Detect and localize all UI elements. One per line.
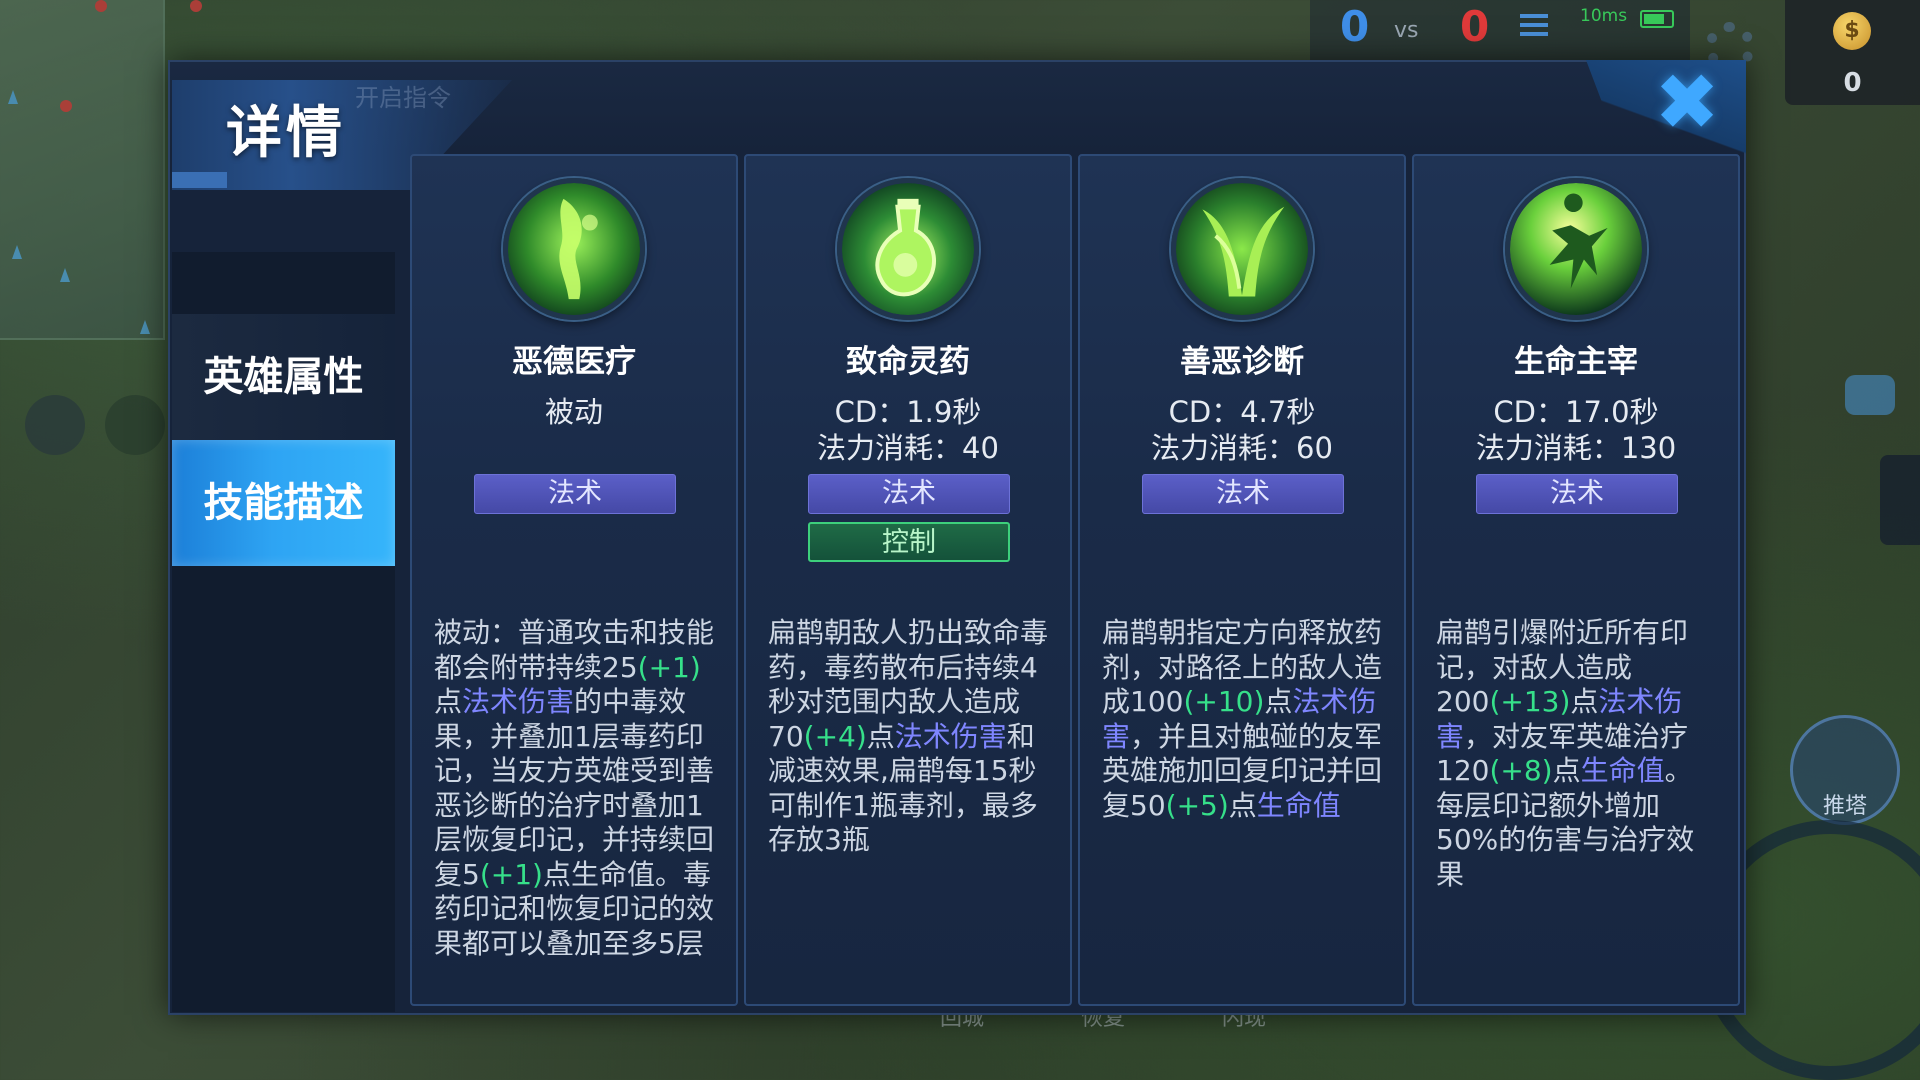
skill-meta: CD：17.0秒 法力消耗：130 [1414, 394, 1738, 466]
skill-description: 扁鹊朝敌人扔出致命毒药，毒药散布后持续4秒对范围内敌人造成70(+4)点法术伤害… [768, 616, 1050, 971]
faint-subtitle: 开启指令 [355, 84, 451, 112]
green-splash-icon [1171, 178, 1313, 320]
scaling-value: (+8) [1489, 754, 1553, 787]
description-text: 点 [434, 685, 463, 718]
description-text: 点 [1570, 685, 1599, 718]
chat-icon[interactable] [1845, 375, 1895, 415]
tag-magic: 法术 [474, 474, 676, 514]
skill-meta-line1: 被动 [544, 395, 603, 429]
enemy-marker [95, 0, 107, 12]
scaling-value: (+4) [803, 719, 867, 753]
skill-card: 恶德医疗 被动 法术 被动：普通攻击和技能都会附带持续25(+1)点法术伤害的中… [410, 154, 738, 1006]
red-team-score: 0 [1460, 2, 1490, 51]
poison-flask-icon [837, 178, 979, 320]
skill-meta-line2: 法力消耗：40 [817, 431, 999, 465]
scaling-value: (+5) [1165, 788, 1229, 822]
keyword-highlight: 法术伤害 [462, 685, 575, 718]
keyword-highlight: 生命值 [1256, 788, 1341, 822]
skill-name: 生命主宰 [1514, 344, 1638, 380]
detail-dialog: 详情 开启指令 ✖ 英雄属性 技能描述 恶德医疗 被动 法术 被动：普通攻击和技… [168, 60, 1746, 1015]
skill-name: 善恶诊断 [1180, 344, 1304, 380]
skill-card: 生命主宰 CD：17.0秒 法力消耗：130 法术 扁鹊引爆附近所有印记，对敌人… [1412, 154, 1740, 1006]
tower-icon [8, 90, 18, 104]
description-text: 点 [1228, 788, 1257, 822]
gold-value: 0 [1843, 68, 1862, 98]
ping-indicator: 10ms [1580, 6, 1628, 26]
gold-panel[interactable]: $ 0 [1785, 0, 1920, 105]
description-text: 点 [1552, 754, 1581, 787]
skill-description: 扁鹊引爆附近所有印记，对敌人造成200(+13)点法术伤害，对友军英雄治疗120… [1436, 616, 1718, 971]
life-master-figure-icon [1505, 178, 1647, 320]
scaling-value: (+1) [479, 857, 543, 891]
side-tabs: 英雄属性 技能描述 [172, 252, 395, 1012]
skill-meta: CD：4.7秒 法力消耗：60 [1080, 394, 1404, 466]
enemy-marker [60, 100, 72, 112]
blue-team-score: 0 [1340, 2, 1370, 51]
tower-icon [12, 245, 22, 259]
skill-meta-line2: 法力消耗：130 [1475, 431, 1677, 465]
skill-meta-line1: CD：1.9秒 [834, 395, 982, 429]
tag-magic: 法术 [1142, 474, 1344, 514]
skill-cards: 恶德医疗 被动 法术 被动：普通攻击和技能都会附带持续25(+1)点法术伤害的中… [410, 154, 1740, 1009]
tag-magic: 法术 [1476, 474, 1678, 514]
push-tower-button[interactable]: 推塔 [1790, 715, 1900, 825]
skill-name: 致命灵药 [846, 344, 970, 380]
close-button[interactable]: ✖ [1652, 64, 1722, 142]
enemy-marker [190, 0, 202, 12]
scaling-value: (+13) [1489, 685, 1571, 718]
skill-name: 恶德医疗 [512, 344, 636, 380]
push-tower-label: 推塔 [1822, 794, 1867, 819]
shield-icon[interactable] [25, 395, 85, 455]
tab-hero-attributes[interactable]: 英雄属性 [172, 314, 395, 440]
skill-meta-line1: CD：17.0秒 [1493, 395, 1659, 429]
tag-magic: 法术 [808, 474, 1010, 514]
skill-meta-line2: 法力消耗：60 [1151, 431, 1333, 465]
scaling-value: (+10) [1183, 685, 1265, 718]
description-text: 点 [866, 719, 895, 753]
dialog-title: 详情 [226, 101, 346, 166]
tower-icon [140, 320, 150, 334]
skill-meta-line1: CD：4.7秒 [1168, 395, 1316, 429]
tab-skill-description[interactable]: 技能描述 [172, 440, 395, 566]
minimap[interactable] [0, 0, 202, 340]
skill-card: 善恶诊断 CD：4.7秒 法力消耗：60 法术 扁鹊朝指定方向释放药剂，对路径上… [1078, 154, 1406, 1006]
side-expand-arrow[interactable] [1880, 455, 1920, 545]
skill-card: 致命灵药 CD：1.9秒 法力消耗：40 法术 控制 扁鹊朝敌人扔出致命毒药，毒… [744, 154, 1072, 1006]
skill-meta: CD：1.9秒 法力消耗：40 [746, 394, 1070, 466]
list-icon[interactable] [1520, 14, 1548, 38]
tower-icon [60, 268, 70, 282]
keyword-highlight: 法术伤害 [894, 719, 1007, 753]
vs-label: vs [1394, 18, 1419, 43]
description-text: 点 [1264, 685, 1293, 718]
tag-control: 控制 [808, 522, 1010, 562]
coin-icon: $ [1833, 12, 1871, 50]
flag-icon[interactable] [105, 395, 165, 455]
skill-description: 被动：普通攻击和技能都会附带持续25(+1)点法术伤害的中毒效果，并叠加1层毒药… [434, 616, 716, 971]
skill-meta: 被动 [412, 394, 736, 430]
battery-icon [1640, 10, 1674, 28]
keyword-highlight: 生命值 [1580, 754, 1665, 787]
scaling-value: (+1) [637, 650, 701, 684]
green-slime-drip-icon [503, 178, 645, 320]
skill-description: 扁鹊朝指定方向释放药剂，对路径上的敌人造成100(+10)点法术伤害，并且对触碰… [1102, 616, 1384, 971]
